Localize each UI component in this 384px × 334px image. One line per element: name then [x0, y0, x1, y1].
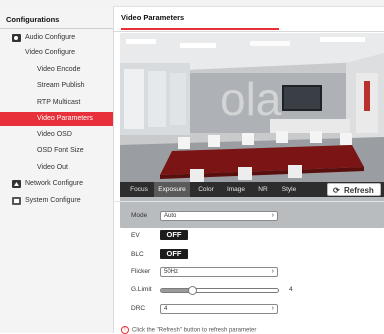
flicker-value: 50Hz [164, 269, 179, 275]
refresh-icon: ⟳ [333, 186, 340, 195]
refresh-label: Refresh [344, 186, 374, 195]
glimit-label: G.Limit [131, 286, 152, 293]
chevron-right-icon: › [271, 305, 274, 312]
tab-style[interactable]: Style [276, 182, 302, 197]
sidebar-item-video-encode[interactable]: Video Encode [0, 63, 113, 77]
sidebar-item-network-configure[interactable]: Network Configure [0, 177, 113, 191]
sidebar-item-label: Video Out [37, 164, 69, 171]
sidebar-item-rtp-multicast[interactable]: RTP Multicast [0, 96, 113, 110]
ev-toggle[interactable]: OFF [160, 230, 188, 240]
page-title: Video Parameters [121, 13, 185, 22]
sidebar-item-stream-publish[interactable]: Stream Publish [0, 79, 113, 93]
chevron-right-icon: › [271, 212, 274, 219]
refresh-button[interactable]: ⟳ Refresh [327, 183, 381, 196]
mode-value: Auto [164, 213, 177, 219]
sidebar-item-label: Audio Configure [25, 34, 76, 41]
sidebar-item-label: Network Configure [25, 180, 83, 187]
mode-label: Mode [131, 212, 148, 219]
sidebar-item-video-configure[interactable]: Video Configure [0, 46, 384, 228]
sidebar-title: Configurations [6, 15, 60, 24]
mode-select[interactable]: Auto › [160, 211, 278, 221]
sidebar-item-label: OSD Font Size [37, 147, 84, 154]
sidebar-item-video-out[interactable]: Video Out [0, 161, 113, 175]
chevron-right-icon: › [271, 268, 274, 275]
video-preview: ola [120, 33, 384, 182]
flicker-label: Flicker [131, 268, 151, 275]
divider [113, 201, 384, 202]
sidebar-item-label: System Configure [25, 197, 81, 204]
blc-label: BLC [131, 251, 144, 258]
ev-label: EV [131, 232, 140, 239]
blc-toggle[interactable]: OFF [160, 249, 188, 259]
tab-focus[interactable]: Focus [126, 182, 152, 197]
tab-image[interactable]: Image [222, 182, 250, 197]
svg-text:ola: ola [220, 73, 282, 125]
tab-nr[interactable]: NR [253, 182, 273, 197]
sidebar-item-system-configure[interactable]: System Configure [0, 194, 113, 208]
drc-value: 4 [164, 306, 168, 312]
sidebar-item-audio-configure[interactable]: Audio Configure [0, 31, 113, 45]
speaker-icon [12, 34, 21, 42]
sidebar: Configurations Audio Configure Video Con… [0, 6, 384, 333]
sidebar-item-label: Video OSD [37, 131, 72, 138]
divider [0, 28, 113, 29]
sidebar-item-video-parameters[interactable]: Video Parameters [0, 112, 113, 126]
title-underline [121, 28, 279, 30]
video-frame-image: ola [120, 33, 384, 182]
sidebar-item-video-osd[interactable]: Video OSD [0, 128, 113, 142]
flicker-select[interactable]: 50Hz › [160, 267, 278, 277]
sidebar-item-label: Stream Publish [37, 82, 85, 89]
sidebar-item-label: Video Parameters [37, 115, 93, 122]
slider-handle[interactable] [188, 286, 197, 295]
system-icon [12, 197, 21, 205]
glimit-slider[interactable] [160, 286, 279, 295]
tab-exposure[interactable]: Exposure [154, 182, 190, 197]
divider [113, 31, 384, 32]
sidebar-item-osd-font-size[interactable]: OSD Font Size [0, 144, 113, 158]
network-icon [12, 180, 21, 188]
sidebar-item-label: Video Encode [37, 66, 81, 73]
tab-color[interactable]: Color [193, 182, 219, 197]
sidebar-item-label: RTP Multicast [37, 99, 81, 106]
glimit-value: 4 [289, 286, 293, 293]
drc-select[interactable]: 4 › [160, 304, 278, 314]
drc-label: DRC [131, 305, 146, 312]
sidebar-item-label: Video Configure [25, 49, 76, 56]
